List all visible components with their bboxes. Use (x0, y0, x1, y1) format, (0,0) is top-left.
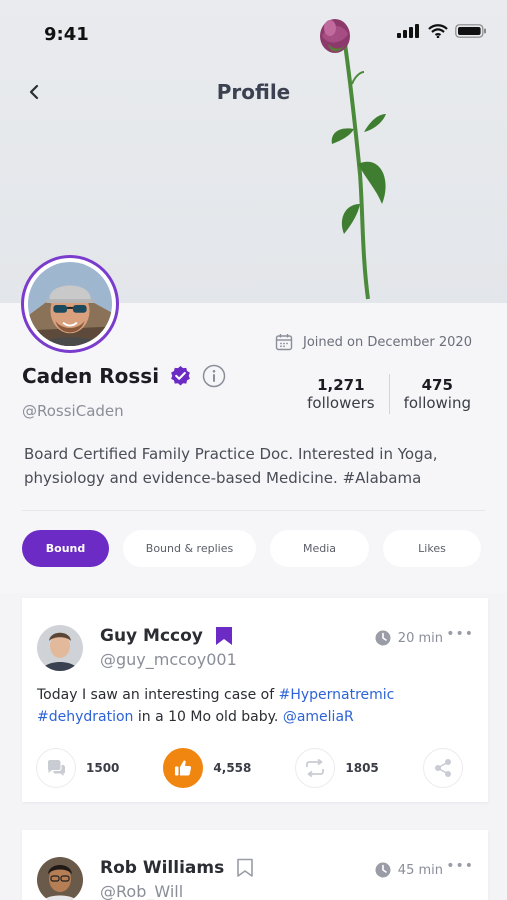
more-options-icon[interactable]: ••• (446, 858, 474, 874)
post-text-part: in a 10 Mo old baby. (133, 709, 283, 725)
repost-count: 1805 (345, 761, 379, 775)
post-card[interactable]: Rob Williams @Rob_Will 45 min ••• (22, 830, 488, 900)
tab-bound-replies[interactable]: Bound & replies (123, 530, 256, 567)
post-text: Today I saw an interesting case of #Hype… (37, 684, 477, 728)
following-count: 475 (421, 376, 453, 394)
comment-icon (48, 760, 65, 776)
more-options-icon[interactable]: ••• (446, 626, 474, 642)
tab-bound[interactable]: Bound (22, 530, 109, 567)
post-time: 45 min (375, 862, 443, 878)
followers-stat[interactable]: 1,271 followers (293, 376, 388, 412)
author-avatar[interactable] (37, 857, 83, 900)
divider (22, 510, 485, 511)
profile-name: Caden Rossi (22, 364, 160, 388)
tab-media[interactable]: Media (270, 530, 369, 567)
post-author-name: Guy Mccoy (100, 626, 203, 646)
post-time: 20 min (375, 630, 443, 646)
mention-link[interactable]: @ameliaR (283, 709, 354, 725)
following-label: following (403, 394, 471, 412)
share-button[interactable] (422, 748, 463, 788)
calendar-icon (275, 334, 293, 351)
verified-badge-icon (171, 365, 190, 386)
repost-button[interactable] (295, 748, 336, 788)
post-text-part: Today I saw an interesting case of (37, 687, 279, 703)
profile-tabs: Bound Bound & replies Media Likes (22, 530, 481, 567)
post-author-handle: @Rob_Will (100, 882, 184, 900)
post-author-handle: @guy_mccoy001 (100, 650, 237, 669)
profile-handle: @RossiCaden (22, 402, 124, 420)
hashtag-link[interactable]: #dehydration (37, 709, 133, 725)
cellular-signal-icon (397, 24, 419, 38)
post-actions: 1500 4,558 1805 (36, 748, 507, 788)
joined-label: Joined on December 2020 (303, 334, 472, 350)
post-time-label: 20 min (397, 630, 443, 646)
like-button[interactable] (163, 748, 204, 788)
bookmark-filled-icon[interactable] (215, 626, 233, 646)
share-icon (434, 759, 451, 777)
hashtag-link[interactable]: #Hypernatremic (279, 687, 395, 703)
info-icon[interactable] (202, 364, 226, 388)
comment-count: 1500 (86, 761, 120, 775)
post-author-name: Rob Williams (100, 858, 225, 878)
tab-likes[interactable]: Likes (383, 530, 481, 567)
clock-icon (375, 630, 391, 646)
clock-icon (375, 862, 391, 878)
comment-button[interactable] (36, 748, 76, 788)
avatar-image (28, 262, 112, 346)
profile-bio: Board Certified Family Practice Doc. Int… (24, 445, 438, 487)
profile-avatar[interactable] (21, 255, 119, 353)
followers-count: 1,271 (317, 376, 365, 394)
post-time-label: 45 min (397, 862, 443, 878)
following-stat[interactable]: 475 following (390, 376, 485, 412)
profile-stats: 1,271 followers 475 following (293, 374, 485, 414)
battery-icon (455, 24, 486, 38)
joined-date: Joined on December 2020 (275, 333, 472, 351)
status-time: 9:41 (44, 24, 89, 45)
repost-icon (306, 759, 325, 777)
page-title: Profile (216, 80, 291, 104)
status-bar: 9:41 (0, 0, 507, 60)
post-card[interactable]: Guy Mccoy @guy_mccoy001 20 min ••• Today… (22, 598, 488, 802)
author-avatar[interactable] (37, 625, 83, 671)
like-count: 4,558 (213, 761, 252, 775)
wifi-icon (428, 24, 448, 38)
thumbs-up-icon (175, 760, 192, 776)
bookmark-outline-icon[interactable] (236, 858, 254, 878)
followers-label: followers (307, 394, 375, 412)
